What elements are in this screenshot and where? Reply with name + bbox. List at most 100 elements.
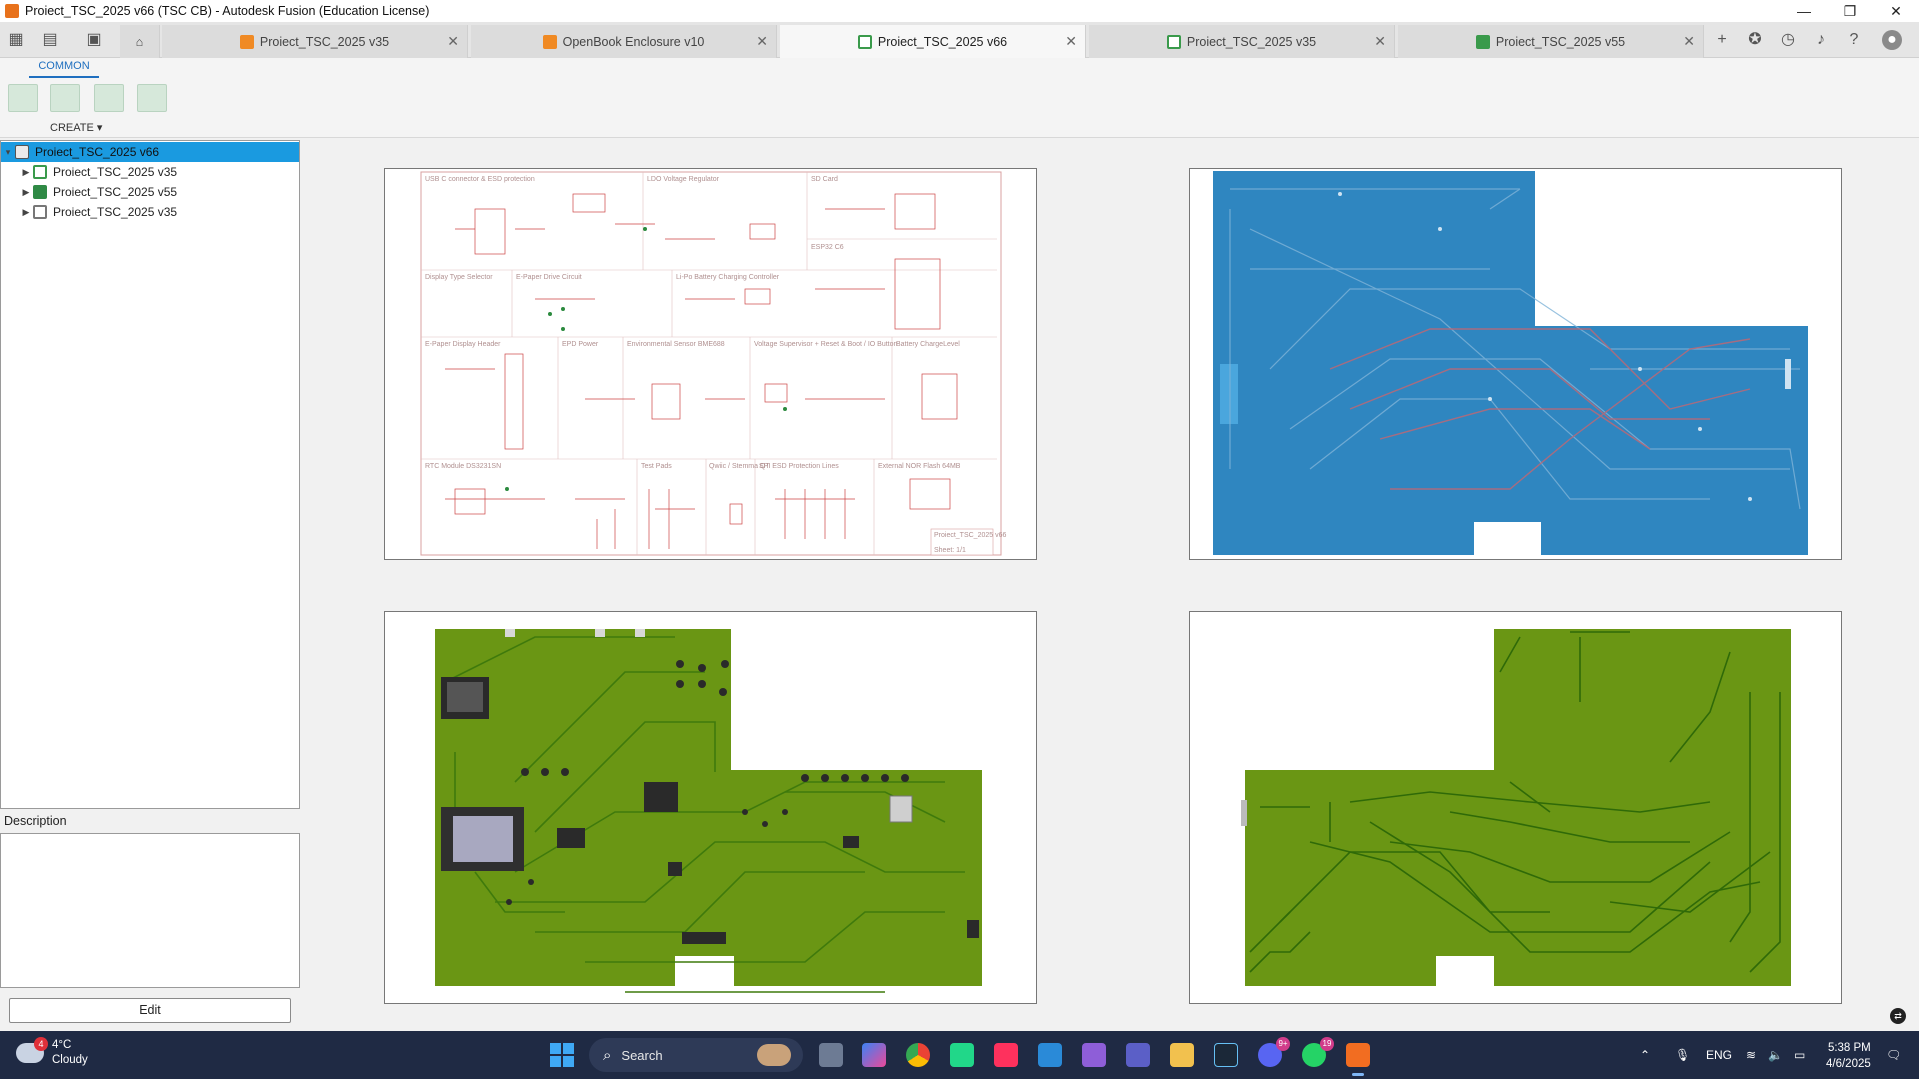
tree-root-label: Proiect_TSC_2025 v66	[35, 145, 160, 159]
active-tab-underline	[29, 76, 99, 78]
tab-proiect-v55-pcb[interactable]: Proiect_TSC_2025 v55 ✕	[1398, 25, 1704, 58]
new-pcb-link-icon[interactable]	[137, 84, 167, 112]
maximize-button[interactable]: ❐	[1827, 0, 1873, 22]
expand-arrow-icon[interactable]: ▶	[19, 167, 33, 178]
sch-section-ldo: LDO Voltage Regulator	[647, 176, 720, 183]
battery-icon[interactable]: ▭	[1794, 1031, 1805, 1079]
tab-openbook-enclosure[interactable]: OpenBook Enclosure v10 ✕	[471, 25, 777, 58]
clock-time: 5:38 PM	[1827, 1042, 1871, 1054]
language-indicator[interactable]: ENG	[1706, 1031, 1732, 1079]
discord-badge: 9+	[1276, 1037, 1290, 1051]
home-tab[interactable]: ⌂	[120, 25, 160, 58]
new-pcb-icon[interactable]	[94, 84, 124, 112]
tree-item-label: Proiect_TSC_2025 v35	[53, 165, 178, 179]
fusion-app-icon	[5, 4, 19, 18]
data-panel-icon[interactable]: ⇄	[1890, 1008, 1906, 1024]
tree-item-board[interactable]: ▶ Proiect_TSC_2025 v35	[1, 202, 299, 222]
description-box[interactable]	[0, 833, 300, 988]
sch-title-block-sheet: Sheet: 1/1	[934, 547, 966, 554]
pcb-bottom-thumbnail[interactable]	[1189, 611, 1842, 1004]
wifi-icon[interactable]: ≋	[1746, 1031, 1756, 1079]
design-tree-panel: ▾ Proiect_TSC_2025 v66 ▶ Proiect_TSC_202…	[0, 140, 300, 809]
edit-button[interactable]: Edit	[9, 998, 291, 1023]
close-tab-icon[interactable]: ✕	[447, 33, 459, 50]
weather-desc: Cloudy	[52, 1054, 88, 1066]
expand-arrow-icon[interactable]: ▶	[19, 207, 33, 218]
create-menu-button[interactable]: CREATE ▾	[50, 121, 102, 134]
close-tab-icon[interactable]: ✕	[1065, 33, 1077, 50]
search-placeholder: Search	[621, 1047, 663, 1063]
file-explorer-icon[interactable]	[1170, 1043, 1194, 1067]
tab-label: Proiect_TSC_2025 v35	[1186, 34, 1317, 49]
collapse-arrow-icon[interactable]: ▾	[1, 147, 15, 158]
tab-common[interactable]: COMMON	[29, 60, 99, 72]
notification-center-icon[interactable]: 🗨	[1886, 1031, 1901, 1079]
close-tab-icon[interactable]: ✕	[1374, 33, 1386, 50]
save-icon[interactable]: ▣	[84, 30, 104, 50]
notifications-bell-icon[interactable]: ♪	[1811, 30, 1831, 50]
schematic-icon	[33, 165, 47, 179]
tree-item-label: Proiect_TSC_2025 v55	[53, 185, 178, 199]
sch-section-display-selector: Display Type Selector	[425, 274, 493, 281]
tab-proiect-v66-schematic[interactable]: Proiect_TSC_2025 v66 ✕	[780, 25, 1086, 58]
minimize-button[interactable]: —	[1781, 0, 1827, 22]
window-title: Proiect_TSC_2025 v66 (TSC CB) - Autodesk…	[25, 4, 430, 18]
close-window-button[interactable]: ✕	[1873, 0, 1919, 22]
schematic-drawing: USB C connector & ESD protection LDO Vol…	[420, 171, 1006, 556]
fusion-taskbar-icon[interactable]	[1346, 1043, 1370, 1076]
tree-root-item[interactable]: ▾ Proiect_TSC_2025 v66	[1, 142, 299, 162]
tab-label: OpenBook Enclosure v10	[562, 34, 705, 49]
pcb-top-thumbnail[interactable]	[384, 611, 1037, 1004]
ribbon-toolbar: COMMON CREATE ▾	[0, 58, 1919, 138]
extensions-icon[interactable]: ✪	[1745, 30, 1765, 50]
search-icon: ⌕	[603, 1046, 612, 1064]
sch-section-bme688: Environmental Sensor BME688	[627, 341, 725, 348]
taskbar-search-box[interactable]: ⌕ Search	[589, 1038, 803, 1072]
tree-item-schematic[interactable]: ▶ Proiect_TSC_2025 v35	[1, 162, 299, 182]
tray-overflow-icon[interactable]: ⌃	[1640, 1031, 1650, 1079]
help-icon[interactable]: ?	[1844, 30, 1864, 50]
discord-icon[interactable]: 9+	[1258, 1037, 1290, 1067]
new-schematic-icon[interactable]	[8, 84, 38, 112]
volume-icon[interactable]: 🔈	[1768, 1031, 1783, 1079]
new-tab-plus-icon[interactable]: +	[1712, 30, 1732, 50]
schematic-icon	[1166, 34, 1181, 49]
vscode-icon[interactable]	[1038, 1043, 1062, 1067]
apps-grid-icon[interactable]: ▦	[6, 30, 26, 50]
steam-icon[interactable]	[1214, 1043, 1238, 1067]
weather-temp: 4°C	[52, 1039, 72, 1051]
copilot-icon[interactable]	[862, 1043, 886, 1067]
tab-proiect-v35-schematic[interactable]: Proiect_TSC_2025 v35 ✕	[1089, 25, 1395, 58]
sch-section-supervisor: Voltage Supervisor + Reset & Boot / IO B…	[754, 341, 897, 348]
tree-item-pcb[interactable]: ▶ Proiect_TSC_2025 v55	[1, 182, 299, 202]
chrome-icon[interactable]	[906, 1043, 930, 1067]
taskbar-clock[interactable]: 5:38 PM 4/6/2025	[1826, 1040, 1871, 1072]
schematic-thumbnail[interactable]: USB C connector & ESD protection LDO Vol…	[384, 168, 1037, 560]
new-schematic-link-icon[interactable]	[50, 84, 80, 112]
user-avatar[interactable]: ●	[1882, 30, 1902, 50]
close-tab-icon[interactable]: ✕	[756, 33, 768, 50]
sch-section-epd-power: EPD Power	[562, 341, 599, 348]
pcb-blue-thumbnail[interactable]	[1189, 168, 1842, 560]
visual-studio-icon[interactable]	[1082, 1043, 1106, 1067]
sch-section-lipo: Li-Po Battery Charging Controller	[676, 274, 780, 281]
tab-proiect-v35-design[interactable]: Proiect_TSC_2025 v35 ✕	[162, 25, 468, 58]
intellij-icon[interactable]	[994, 1043, 1018, 1067]
design-root-icon	[15, 145, 29, 159]
whatsapp-badge: 19	[1320, 1037, 1334, 1051]
windows-start-icon[interactable]	[550, 1043, 574, 1067]
close-tab-icon[interactable]: ✕	[1683, 33, 1695, 50]
weather-widget[interactable]: 4 4°C Cloudy	[16, 1037, 88, 1068]
teams-icon[interactable]	[1126, 1043, 1150, 1067]
job-status-icon[interactable]: ◷	[1778, 30, 1798, 50]
description-label: Description	[4, 814, 67, 828]
whatsapp-icon[interactable]: 19	[1302, 1037, 1334, 1067]
pcb-top-drawing	[435, 629, 982, 993]
microphone-icon[interactable]: 🎙	[1675, 1031, 1690, 1079]
sch-section-epaper-header: E-Paper Display Header	[425, 341, 501, 348]
pycharm-icon[interactable]	[950, 1043, 974, 1067]
document-tab-bar: ▦ ▤ ▣ ⌂ Proiect_TSC_2025 v35 ✕ OpenBook …	[0, 22, 1919, 58]
expand-arrow-icon[interactable]: ▶	[19, 187, 33, 198]
file-menu-icon[interactable]: ▤	[40, 30, 60, 50]
task-view-icon[interactable]	[819, 1043, 843, 1067]
